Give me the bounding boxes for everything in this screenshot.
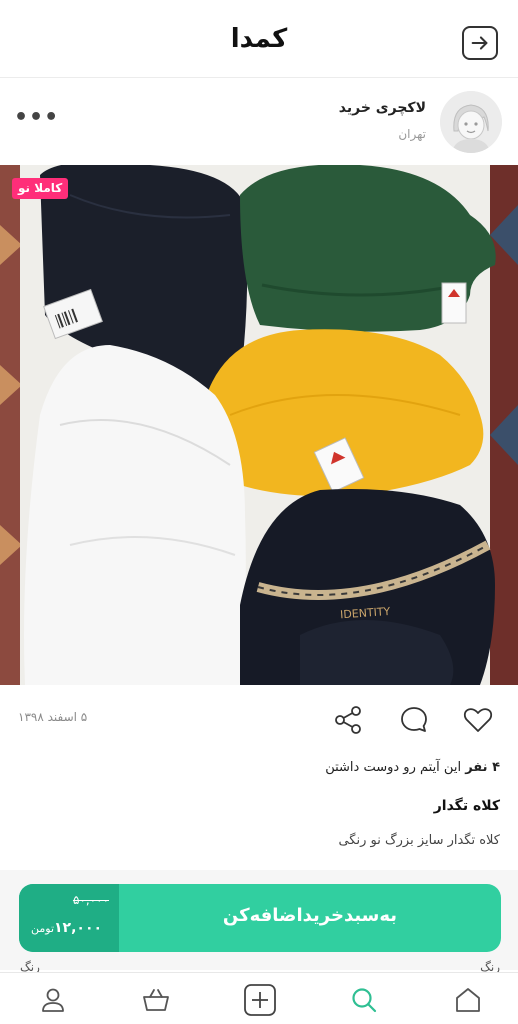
comment-icon[interactable] <box>398 704 430 736</box>
more-options-button[interactable]: ••• <box>14 105 59 130</box>
seller-row[interactable]: ••• لاکچری خرید تهران <box>0 79 518 165</box>
purchase-bar: ۵۰,۰۰۰ ۱۲,۰۰۰تومن به‌سبدخرید‌اضافه‌کن <box>0 870 518 970</box>
peek-text-right: رنگ <box>480 960 500 972</box>
seller-city: تهران <box>398 127 426 141</box>
heart-icon[interactable] <box>462 704 494 736</box>
product-title: کلاه تگدار <box>433 798 500 814</box>
new-price: ۱۲,۰۰۰تومن <box>31 920 102 936</box>
app-bar: کمدا <box>0 0 518 78</box>
search-icon[interactable] <box>349 985 379 1015</box>
avatar-icon <box>440 91 502 153</box>
add-to-cart-label: به‌سبدخرید‌اضافه‌کن <box>222 905 398 926</box>
new-price-value: ۱۲,۰۰۰ <box>54 920 103 936</box>
seller-avatar[interactable] <box>440 91 502 153</box>
likes-suffix: این آیتم رو دوست داشتن <box>325 760 466 775</box>
bottom-nav <box>0 972 518 1024</box>
price-box: ۵۰,۰۰۰ ۱۲,۰۰۰تومن <box>19 884 119 952</box>
app-logo: کمدا <box>230 24 288 54</box>
basket-icon[interactable] <box>141 985 171 1015</box>
seller-name[interactable]: لاکچری خرید <box>339 100 426 116</box>
peek-text-left: رنگ <box>20 960 40 972</box>
home-icon[interactable] <box>453 985 483 1015</box>
more-horizontal-icon: ••• <box>14 105 60 130</box>
share-icon[interactable] <box>332 704 364 736</box>
product-image[interactable]: IDENTITY کاملا نو <box>0 165 518 685</box>
profile-icon[interactable] <box>38 985 68 1015</box>
currency-label: تومن <box>31 922 55 935</box>
condition-badge: کاملا نو <box>12 178 69 199</box>
product-description: کلاه تگدار سایز بزرگ نو رنگی <box>338 833 500 848</box>
product-photo-illustration: IDENTITY <box>0 165 518 685</box>
likes-count: ۴ نفر <box>465 760 500 775</box>
likes-text[interactable]: ۴ نفر این آیتم رو دوست داشتن <box>325 760 500 775</box>
back-button[interactable] <box>462 26 498 60</box>
old-price: ۵۰,۰۰۰ <box>72 893 109 907</box>
add-to-cart-button[interactable]: ۵۰,۰۰۰ ۱۲,۰۰۰تومن به‌سبدخرید‌اضافه‌کن <box>19 884 501 952</box>
arrow-right-icon <box>471 36 488 50</box>
add-icon[interactable] <box>243 983 277 1017</box>
actions-row: ۵ اسفند ۱۳۹۸ <box>0 686 518 754</box>
post-date: ۵ اسفند ۱۳۹۸ <box>18 710 88 724</box>
